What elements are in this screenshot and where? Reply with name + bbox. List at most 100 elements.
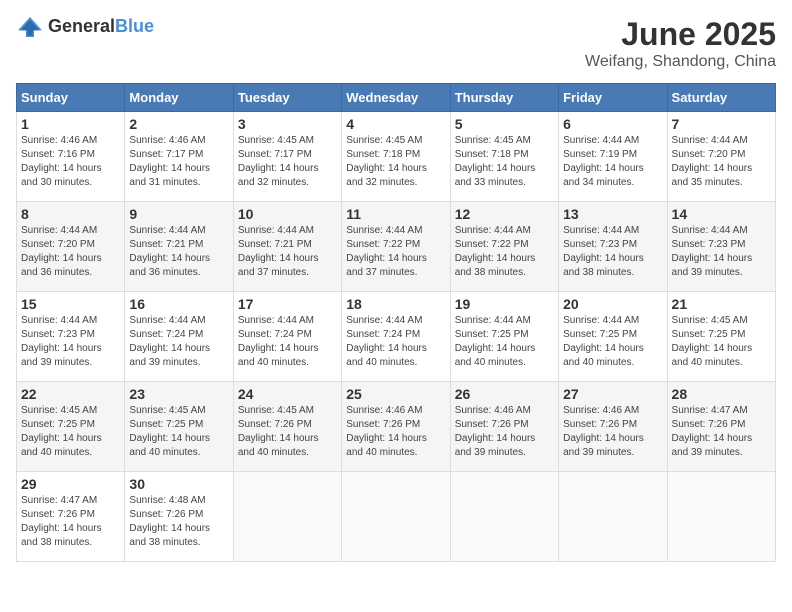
table-row: 13 Sunrise: 4:44 AM Sunset: 7:23 PM Dayl… — [559, 202, 667, 292]
day-content: Sunrise: 4:44 AM Sunset: 7:21 PM Dayligh… — [129, 224, 228, 280]
day-number: 26 — [455, 386, 554, 402]
day-content: Sunrise: 4:44 AM Sunset: 7:25 PM Dayligh… — [563, 314, 662, 370]
day-number: 25 — [346, 386, 445, 402]
table-row: 4 Sunrise: 4:45 AM Sunset: 7:18 PM Dayli… — [342, 112, 450, 202]
day-content: Sunrise: 4:46 AM Sunset: 7:17 PM Dayligh… — [129, 134, 228, 190]
table-row: 25 Sunrise: 4:46 AM Sunset: 7:26 PM Dayl… — [342, 382, 450, 472]
day-content: Sunrise: 4:44 AM Sunset: 7:25 PM Dayligh… — [455, 314, 554, 370]
table-row: 15 Sunrise: 4:44 AM Sunset: 7:23 PM Dayl… — [17, 292, 125, 382]
day-content: Sunrise: 4:46 AM Sunset: 7:26 PM Dayligh… — [346, 404, 445, 460]
logo-text: GeneralBlue — [48, 16, 154, 37]
day-content: Sunrise: 4:45 AM Sunset: 7:25 PM Dayligh… — [672, 314, 771, 370]
table-row: 27 Sunrise: 4:46 AM Sunset: 7:26 PM Dayl… — [559, 382, 667, 472]
table-row: 24 Sunrise: 4:45 AM Sunset: 7:26 PM Dayl… — [233, 382, 341, 472]
day-content: Sunrise: 4:45 AM Sunset: 7:26 PM Dayligh… — [238, 404, 337, 460]
day-number: 29 — [21, 476, 120, 492]
logo-general: General — [48, 16, 115, 36]
table-row: 3 Sunrise: 4:45 AM Sunset: 7:17 PM Dayli… — [233, 112, 341, 202]
col-thursday: Thursday — [450, 84, 558, 112]
table-row: 22 Sunrise: 4:45 AM Sunset: 7:25 PM Dayl… — [17, 382, 125, 472]
day-number: 2 — [129, 116, 228, 132]
table-row: 8 Sunrise: 4:44 AM Sunset: 7:20 PM Dayli… — [17, 202, 125, 292]
day-number: 6 — [563, 116, 662, 132]
calendar-row-3: 15 Sunrise: 4:44 AM Sunset: 7:23 PM Dayl… — [17, 292, 776, 382]
day-number: 21 — [672, 296, 771, 312]
table-row: 30 Sunrise: 4:48 AM Sunset: 7:26 PM Dayl… — [125, 472, 233, 562]
header-row: Sunday Monday Tuesday Wednesday Thursday… — [17, 84, 776, 112]
table-row: 6 Sunrise: 4:44 AM Sunset: 7:19 PM Dayli… — [559, 112, 667, 202]
day-number: 11 — [346, 206, 445, 222]
table-row: 17 Sunrise: 4:44 AM Sunset: 7:24 PM Dayl… — [233, 292, 341, 382]
col-friday: Friday — [559, 84, 667, 112]
day-number: 4 — [346, 116, 445, 132]
day-number: 30 — [129, 476, 228, 492]
day-number: 17 — [238, 296, 337, 312]
calendar-table: Sunday Monday Tuesday Wednesday Thursday… — [16, 83, 776, 562]
calendar-title: June 2025 — [585, 16, 776, 53]
day-content: Sunrise: 4:44 AM Sunset: 7:23 PM Dayligh… — [21, 314, 120, 370]
table-row: 2 Sunrise: 4:46 AM Sunset: 7:17 PM Dayli… — [125, 112, 233, 202]
day-number: 16 — [129, 296, 228, 312]
day-content: Sunrise: 4:44 AM Sunset: 7:19 PM Dayligh… — [563, 134, 662, 190]
day-content: Sunrise: 4:47 AM Sunset: 7:26 PM Dayligh… — [672, 404, 771, 460]
table-row: 23 Sunrise: 4:45 AM Sunset: 7:25 PM Dayl… — [125, 382, 233, 472]
day-content: Sunrise: 4:46 AM Sunset: 7:16 PM Dayligh… — [21, 134, 120, 190]
day-number: 23 — [129, 386, 228, 402]
table-row: 9 Sunrise: 4:44 AM Sunset: 7:21 PM Dayli… — [125, 202, 233, 292]
table-row: 14 Sunrise: 4:44 AM Sunset: 7:23 PM Dayl… — [667, 202, 775, 292]
col-tuesday: Tuesday — [233, 84, 341, 112]
table-row: 28 Sunrise: 4:47 AM Sunset: 7:26 PM Dayl… — [667, 382, 775, 472]
table-row: 29 Sunrise: 4:47 AM Sunset: 7:26 PM Dayl… — [17, 472, 125, 562]
col-monday: Monday — [125, 84, 233, 112]
day-content: Sunrise: 4:44 AM Sunset: 7:21 PM Dayligh… — [238, 224, 337, 280]
day-number: 3 — [238, 116, 337, 132]
day-content: Sunrise: 4:46 AM Sunset: 7:26 PM Dayligh… — [455, 404, 554, 460]
table-row: 1 Sunrise: 4:46 AM Sunset: 7:16 PM Dayli… — [17, 112, 125, 202]
day-content: Sunrise: 4:45 AM Sunset: 7:25 PM Dayligh… — [129, 404, 228, 460]
table-row: 18 Sunrise: 4:44 AM Sunset: 7:24 PM Dayl… — [342, 292, 450, 382]
day-content: Sunrise: 4:44 AM Sunset: 7:20 PM Dayligh… — [21, 224, 120, 280]
day-number: 12 — [455, 206, 554, 222]
table-row — [342, 472, 450, 562]
day-content: Sunrise: 4:44 AM Sunset: 7:23 PM Dayligh… — [563, 224, 662, 280]
day-number: 19 — [455, 296, 554, 312]
table-row — [450, 472, 558, 562]
day-content: Sunrise: 4:46 AM Sunset: 7:26 PM Dayligh… — [563, 404, 662, 460]
table-row: 16 Sunrise: 4:44 AM Sunset: 7:24 PM Dayl… — [125, 292, 233, 382]
table-row: 12 Sunrise: 4:44 AM Sunset: 7:22 PM Dayl… — [450, 202, 558, 292]
logo: GeneralBlue — [16, 16, 154, 37]
table-row: 11 Sunrise: 4:44 AM Sunset: 7:22 PM Dayl… — [342, 202, 450, 292]
table-row: 26 Sunrise: 4:46 AM Sunset: 7:26 PM Dayl… — [450, 382, 558, 472]
day-number: 10 — [238, 206, 337, 222]
table-row: 19 Sunrise: 4:44 AM Sunset: 7:25 PM Dayl… — [450, 292, 558, 382]
table-row — [667, 472, 775, 562]
table-row — [559, 472, 667, 562]
day-number: 9 — [129, 206, 228, 222]
table-row: 5 Sunrise: 4:45 AM Sunset: 7:18 PM Dayli… — [450, 112, 558, 202]
day-content: Sunrise: 4:44 AM Sunset: 7:24 PM Dayligh… — [346, 314, 445, 370]
day-content: Sunrise: 4:45 AM Sunset: 7:25 PM Dayligh… — [21, 404, 120, 460]
logo-blue: Blue — [115, 16, 154, 36]
table-row: 21 Sunrise: 4:45 AM Sunset: 7:25 PM Dayl… — [667, 292, 775, 382]
day-content: Sunrise: 4:44 AM Sunset: 7:22 PM Dayligh… — [346, 224, 445, 280]
calendar-row-2: 8 Sunrise: 4:44 AM Sunset: 7:20 PM Dayli… — [17, 202, 776, 292]
day-content: Sunrise: 4:45 AM Sunset: 7:18 PM Dayligh… — [455, 134, 554, 190]
day-number: 28 — [672, 386, 771, 402]
day-number: 18 — [346, 296, 445, 312]
day-number: 20 — [563, 296, 662, 312]
title-section: June 2025 Weifang, Shandong, China — [585, 16, 776, 71]
day-content: Sunrise: 4:44 AM Sunset: 7:24 PM Dayligh… — [238, 314, 337, 370]
day-number: 7 — [672, 116, 771, 132]
day-content: Sunrise: 4:44 AM Sunset: 7:20 PM Dayligh… — [672, 134, 771, 190]
page-header: GeneralBlue June 2025 Weifang, Shandong,… — [16, 16, 776, 71]
table-row: 10 Sunrise: 4:44 AM Sunset: 7:21 PM Dayl… — [233, 202, 341, 292]
day-content: Sunrise: 4:45 AM Sunset: 7:17 PM Dayligh… — [238, 134, 337, 190]
day-number: 27 — [563, 386, 662, 402]
logo-icon — [16, 17, 44, 37]
day-content: Sunrise: 4:45 AM Sunset: 7:18 PM Dayligh… — [346, 134, 445, 190]
day-number: 1 — [21, 116, 120, 132]
col-saturday: Saturday — [667, 84, 775, 112]
calendar-row-4: 22 Sunrise: 4:45 AM Sunset: 7:25 PM Dayl… — [17, 382, 776, 472]
day-number: 14 — [672, 206, 771, 222]
day-content: Sunrise: 4:44 AM Sunset: 7:23 PM Dayligh… — [672, 224, 771, 280]
